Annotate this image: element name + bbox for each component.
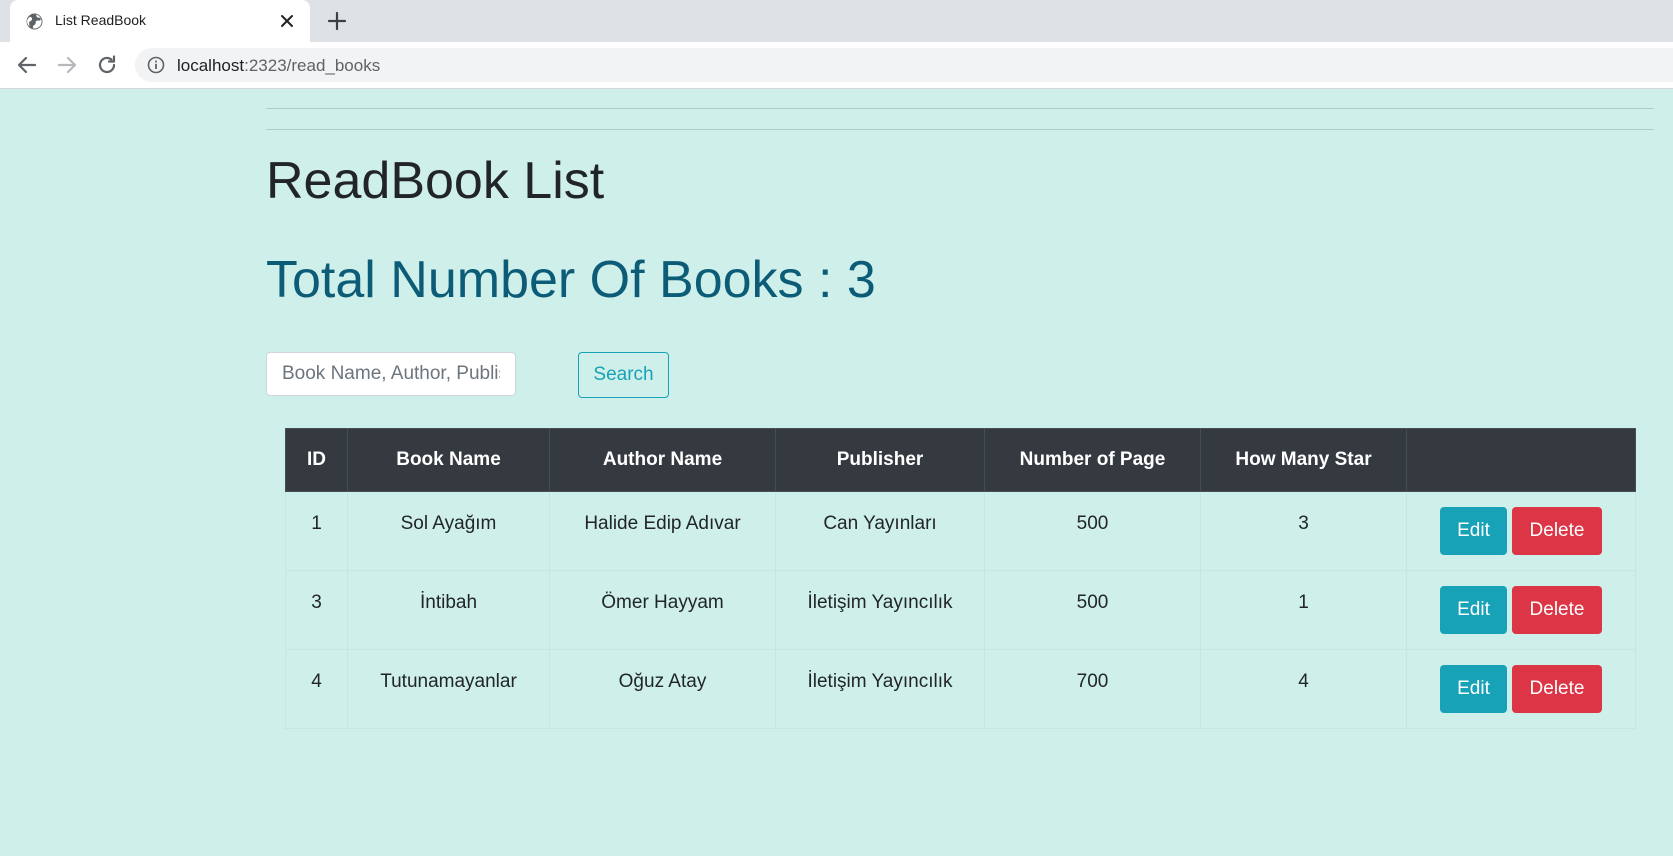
cell-author-name: Halide Edip Adıvar bbox=[549, 491, 776, 571]
column-header-book-name: Book Name bbox=[347, 428, 550, 492]
cell-pages: 700 bbox=[984, 649, 1201, 729]
close-icon[interactable] bbox=[278, 12, 296, 30]
address-bar[interactable]: localhost:2323/read_books bbox=[135, 48, 1673, 82]
table-row: 1 Sol Ayağım Halide Edip Adıvar Can Yayı… bbox=[285, 491, 1636, 571]
column-header-author-name: Author Name bbox=[549, 428, 776, 492]
cell-book-name-text: İntibah bbox=[419, 592, 478, 613]
column-header-publisher: Publisher bbox=[775, 428, 985, 492]
cell-book-name: İntibah bbox=[347, 570, 550, 650]
cell-stars-text: 1 bbox=[1298, 592, 1309, 613]
cell-id-text: 4 bbox=[311, 671, 322, 692]
search-input[interactable] bbox=[266, 352, 516, 396]
plus-icon[interactable] bbox=[326, 10, 348, 32]
edit-button[interactable]: Edit bbox=[1440, 507, 1507, 555]
cell-stars-text: 3 bbox=[1298, 513, 1309, 534]
reload-icon[interactable] bbox=[95, 53, 119, 77]
browser-toolbar: localhost:2323/read_books bbox=[0, 42, 1673, 89]
info-icon[interactable] bbox=[147, 56, 165, 74]
cell-book-name: Tutunamayanlar bbox=[347, 649, 550, 729]
cell-actions: Edit Delete bbox=[1406, 570, 1636, 650]
url-path: :2323/read_books bbox=[244, 56, 381, 75]
forward-arrow-icon[interactable] bbox=[55, 53, 79, 77]
cell-stars: 3 bbox=[1200, 491, 1407, 571]
cell-stars-text: 4 bbox=[1298, 671, 1309, 692]
url-text: localhost:2323/read_books bbox=[177, 56, 380, 76]
cell-author-name-text: Oğuz Atay bbox=[618, 671, 707, 692]
cell-pages-text: 500 bbox=[1076, 513, 1109, 534]
page-title: ReadBook List bbox=[266, 152, 605, 210]
cell-pages: 500 bbox=[984, 570, 1201, 650]
page-content: ReadBook List Total Number Of Books : 3 … bbox=[0, 89, 1673, 856]
divider-top bbox=[266, 108, 1654, 109]
cell-pages: 500 bbox=[984, 491, 1201, 571]
cell-pages-text: 700 bbox=[1076, 671, 1109, 692]
divider-bottom bbox=[266, 129, 1654, 130]
edit-button[interactable]: Edit bbox=[1440, 665, 1507, 713]
cell-id-text: 1 bbox=[311, 513, 322, 534]
cell-publisher-text: İletişim Yayıncılık bbox=[807, 671, 953, 692]
cell-author-name: Ömer Hayyam bbox=[549, 570, 776, 650]
cell-id: 3 bbox=[285, 570, 348, 650]
delete-button[interactable]: Delete bbox=[1512, 665, 1602, 713]
cell-author-name-text: Halide Edip Adıvar bbox=[584, 513, 741, 534]
cell-publisher: İletişim Yayıncılık bbox=[775, 570, 985, 650]
books-table: ID Book Name Author Name Publisher Numbe… bbox=[285, 428, 1636, 729]
search-button[interactable]: Search bbox=[578, 352, 669, 398]
delete-button[interactable]: Delete bbox=[1512, 507, 1602, 555]
globe-icon bbox=[26, 13, 43, 30]
row-actions: Edit Delete bbox=[1407, 650, 1635, 713]
cell-pages-text: 500 bbox=[1076, 592, 1109, 613]
cell-publisher: İletişim Yayıncılık bbox=[775, 649, 985, 729]
cell-stars: 4 bbox=[1200, 649, 1407, 729]
tab-title: List ReadBook bbox=[55, 12, 147, 28]
browser-tab-strip: List ReadBook bbox=[0, 0, 1673, 42]
cell-id: 1 bbox=[285, 491, 348, 571]
cell-id-text: 3 bbox=[311, 592, 322, 613]
cell-id: 4 bbox=[285, 649, 348, 729]
table-row: 3 İntibah Ömer Hayyam İletişim Yayıncılı… bbox=[285, 570, 1636, 650]
cell-author-name: Oğuz Atay bbox=[549, 649, 776, 729]
delete-button[interactable]: Delete bbox=[1512, 586, 1602, 634]
cell-publisher-text: İletişim Yayıncılık bbox=[807, 592, 953, 613]
column-header-actions bbox=[1406, 428, 1636, 492]
column-header-number-of-page: Number of Page bbox=[984, 428, 1201, 492]
cell-book-name-text: Tutunamayanlar bbox=[380, 671, 517, 692]
column-header-how-many-star: How Many Star bbox=[1200, 428, 1407, 492]
table-header-row: ID Book Name Author Name Publisher Numbe… bbox=[285, 428, 1636, 492]
cell-book-name-text: Sol Ayağım bbox=[400, 513, 497, 534]
edit-button[interactable]: Edit bbox=[1440, 586, 1507, 634]
cell-author-name-text: Ömer Hayyam bbox=[601, 592, 724, 613]
cell-book-name: Sol Ayağım bbox=[347, 491, 550, 571]
row-actions: Edit Delete bbox=[1407, 492, 1635, 555]
table-row: 4 Tutunamayanlar Oğuz Atay İletişim Yayı… bbox=[285, 649, 1636, 729]
back-arrow-icon[interactable] bbox=[15, 53, 39, 77]
row-actions: Edit Delete bbox=[1407, 571, 1635, 634]
browser-tab[interactable]: List ReadBook bbox=[10, 0, 310, 42]
cell-actions: Edit Delete bbox=[1406, 491, 1636, 571]
total-books-heading: Total Number Of Books : 3 bbox=[266, 251, 876, 309]
cell-publisher-text: Can Yayınları bbox=[823, 513, 937, 534]
cell-stars: 1 bbox=[1200, 570, 1407, 650]
url-host: localhost bbox=[177, 56, 245, 75]
cell-publisher: Can Yayınları bbox=[775, 491, 985, 571]
cell-actions: Edit Delete bbox=[1406, 649, 1636, 729]
column-header-id: ID bbox=[285, 428, 348, 492]
